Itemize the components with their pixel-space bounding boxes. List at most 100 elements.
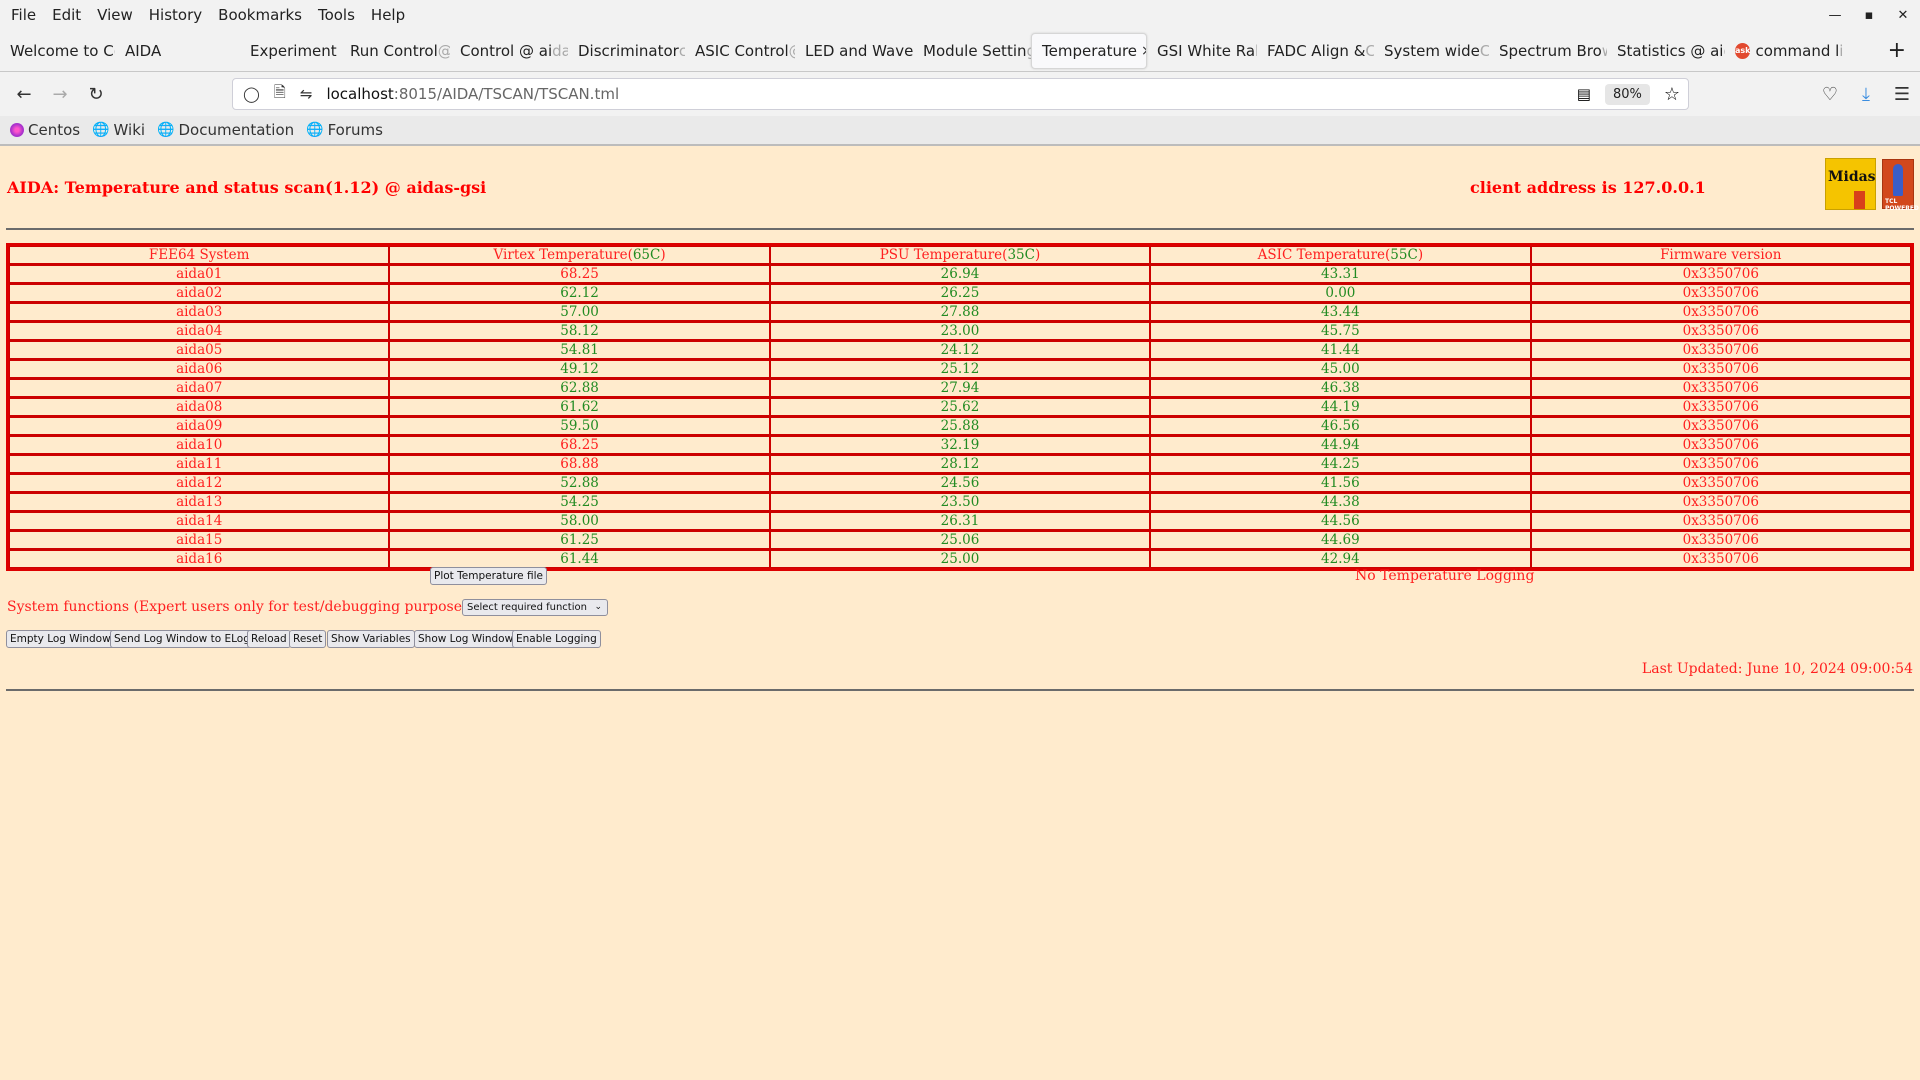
bookmark-label: Forums [327, 121, 383, 139]
menu-tools[interactable]: Tools [313, 6, 366, 24]
cell-virtex: 61.44 [389, 549, 770, 568]
permissions-icon[interactable]: ⇋ [300, 85, 313, 103]
cell-virtex: 58.00 [389, 511, 770, 530]
tab-label: Spectrum Bro [1499, 41, 1602, 60]
table-row: aida09 59.50 25.88 46.56 0x3350706 [9, 416, 1911, 435]
system-function-select[interactable]: Select required function ⌄ [462, 599, 608, 616]
header-threshold: 35C [1007, 247, 1035, 263]
tab-7[interactable]: LED and Wavef [795, 33, 913, 69]
divider [6, 689, 1914, 691]
tab-13[interactable]: Spectrum Brow [1489, 33, 1607, 69]
maximize-icon[interactable]: ▪ [1852, 8, 1886, 23]
menu-bar: File Edit View History Bookmarks Tools H… [0, 0, 1920, 30]
navigation-bar: ← → ↻ ◯ 🗎 ⇋ localhost:8015/AIDA/TSCAN/TS… [0, 72, 1920, 116]
tab-label: ASIC Control [695, 41, 789, 60]
cell-name: aida05 [9, 340, 390, 359]
menu-view[interactable]: View [92, 6, 144, 24]
cell-psu: 25.88 [769, 416, 1151, 435]
bookmark-star-icon[interactable]: ☆ [1664, 84, 1680, 105]
minimize-icon[interactable]: — [1818, 8, 1852, 23]
tab-0[interactable]: Welcome to Ce [0, 33, 115, 69]
cell-psu: 25.00 [769, 549, 1151, 568]
cell-fw: 0x3350706 [1530, 454, 1911, 473]
table-row: aida05 54.81 24.12 41.44 0x3350706 [9, 340, 1911, 359]
page-content: AIDA: Temperature and status scan(1.12) … [0, 148, 1920, 1080]
tab-4[interactable]: Control @ ai da [450, 33, 568, 69]
tab-9[interactable]: Temperature× [1031, 32, 1147, 69]
url-path[interactable]: :8015/AIDA/TSCAN/TSCAN.tml [394, 85, 619, 103]
tab-label-fade: i [1839, 41, 1843, 60]
back-icon[interactable]: ← [6, 84, 42, 105]
cell-asic: 44.19 [1150, 397, 1531, 416]
header-text: ) [1034, 247, 1041, 263]
pocket-icon[interactable]: ♡ [1812, 84, 1848, 105]
cell-asic: 44.25 [1150, 454, 1531, 473]
cell-name: aida04 [9, 321, 390, 340]
cell-virtex: 52.88 [389, 473, 770, 492]
tab-1[interactable]: AIDA [115, 33, 210, 69]
url-host[interactable]: localhost [326, 85, 393, 103]
send-log-to-elog-button[interactable]: Send Log Window to ELog [110, 630, 254, 648]
enable-logging-button[interactable]: Enable Logging [512, 630, 601, 648]
menu-bookmarks[interactable]: Bookmarks [213, 6, 313, 24]
table-row: aida14 58.00 26.31 44.56 0x3350706 [9, 511, 1911, 530]
tab-label: System wide [1384, 41, 1480, 60]
close-window-icon[interactable]: ✕ [1886, 8, 1920, 23]
menu-edit[interactable]: Edit [47, 6, 92, 24]
reload-button[interactable]: Reload [247, 630, 291, 648]
zoom-level[interactable]: 80% [1604, 83, 1650, 105]
empty-log-window-button[interactable]: Empty Log Window [6, 630, 115, 648]
bookmark-forums[interactable]: 🌐 Forums [306, 121, 383, 139]
bookmarks-toolbar: Centos 🌐 Wiki 🌐 Documentation 🌐 Forums [0, 116, 1920, 146]
cell-name: aida08 [9, 397, 390, 416]
reader-view-icon[interactable]: ▤ [1577, 85, 1591, 103]
header-text: Virtex Temperature( [493, 247, 633, 263]
tab-3[interactable]: Run Control @ [340, 33, 450, 69]
tab-label: GSI White Ra [1157, 41, 1256, 60]
forward-icon[interactable]: → [42, 84, 78, 105]
tab-12[interactable]: System wide C [1374, 33, 1489, 69]
header-text: ) [660, 247, 666, 263]
menu-history[interactable]: History [144, 6, 213, 24]
column-header: PSU Temperature(35C) [769, 246, 1151, 264]
plot-temperature-file-button[interactable]: Plot Temperature file [430, 567, 547, 585]
tab-11[interactable]: FADC Align & C [1257, 33, 1374, 69]
cell-asic: 46.38 [1150, 378, 1531, 397]
divider [6, 228, 1914, 230]
tab-label-fade: da [552, 41, 568, 60]
cell-virtex: 49.12 [389, 359, 770, 378]
bookmark-documentation[interactable]: 🌐 Documentation [157, 121, 294, 139]
cell-name: aida11 [9, 454, 390, 473]
url-bar[interactable]: ◯ 🗎 ⇋ localhost:8015/AIDA/TSCAN/TSCAN.tm… [232, 78, 1689, 110]
menu-help[interactable]: Help [366, 6, 416, 24]
download-icon[interactable]: ⤓ [1848, 84, 1884, 105]
tab-6[interactable]: ASIC Control @ [685, 33, 795, 69]
hamburger-menu-icon[interactable]: ☰ [1884, 84, 1920, 105]
page-icon[interactable]: 🗎 [274, 82, 286, 107]
cell-fw: 0x3350706 [1530, 492, 1911, 511]
show-variables-button[interactable]: Show Variables [327, 630, 415, 648]
cell-asic: 45.00 [1150, 359, 1531, 378]
tab-8[interactable]: Module Setting [913, 33, 1031, 69]
new-tab-button[interactable]: + [1888, 38, 1906, 63]
column-header: ASIC Temperature(55C) [1150, 246, 1531, 264]
midas-logo-text: Midas [1828, 169, 1876, 185]
bookmark-centos[interactable]: Centos [10, 121, 80, 139]
table-row: aida07 62.88 27.94 46.38 0x3350706 [9, 378, 1911, 397]
column-header: Virtex Temperature(65C) [389, 246, 770, 264]
menu-file[interactable]: File [6, 6, 47, 24]
cell-name: aida10 [9, 435, 390, 454]
window-controls: — ▪ ✕ [1818, 0, 1920, 30]
tab-2[interactable]: Experiment Cor [240, 33, 340, 69]
reload-icon[interactable]: ↻ [78, 84, 114, 105]
reset-button[interactable]: Reset [289, 630, 327, 648]
tab-14[interactable]: Statistics @ aic [1607, 33, 1725, 69]
cell-virtex: 61.25 [389, 530, 770, 549]
shield-icon[interactable]: ◯ [243, 85, 260, 103]
tab-10[interactable]: GSI White Rabb [1147, 33, 1257, 69]
tab-15[interactable]: ask command li [1725, 33, 1843, 69]
column-header: FEE64 System [9, 246, 390, 264]
bookmark-wiki[interactable]: 🌐 Wiki [92, 121, 145, 139]
tab-5[interactable]: Discriminator c [568, 33, 685, 69]
show-log-window-button[interactable]: Show Log Window [414, 630, 518, 648]
